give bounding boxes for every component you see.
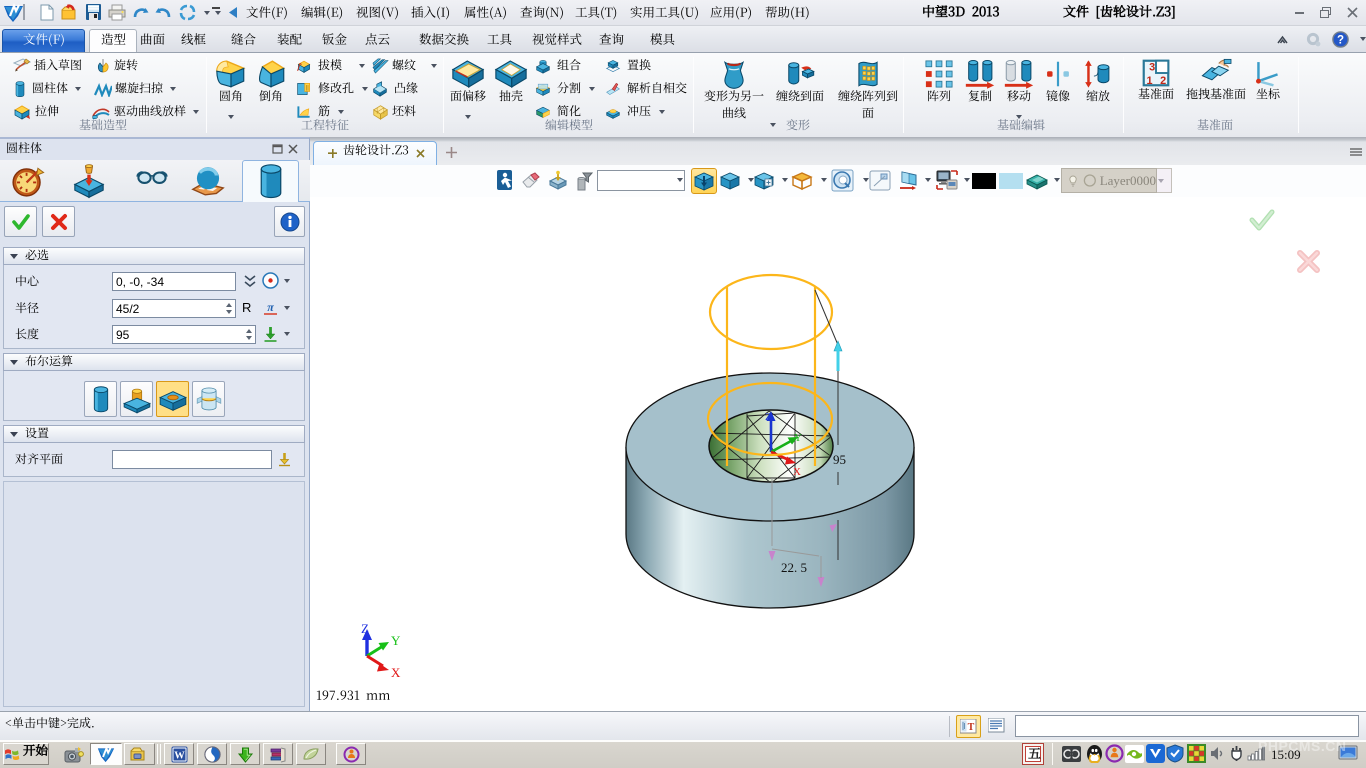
svg-text:X: X (391, 665, 401, 680)
svg-text:22. 5: 22. 5 (781, 560, 807, 575)
svg-text:3: 3 (1149, 61, 1155, 73)
svg-text:W: W (174, 750, 185, 761)
svg-text:Z: Z (361, 621, 369, 636)
svg-text:?: ? (1337, 35, 1344, 47)
svg-text:Z: Z (765, 411, 772, 423)
svg-text:1: 1 (1146, 75, 1152, 87)
svg-text:2: 2 (1160, 75, 1166, 87)
svg-text:π: π (267, 300, 274, 314)
svg-text:Y: Y (794, 432, 802, 444)
svg-text:T: T (968, 722, 975, 733)
svg-text:Y: Y (391, 633, 401, 648)
svg-text:95: 95 (833, 452, 846, 467)
svg-text:X: X (793, 466, 801, 478)
